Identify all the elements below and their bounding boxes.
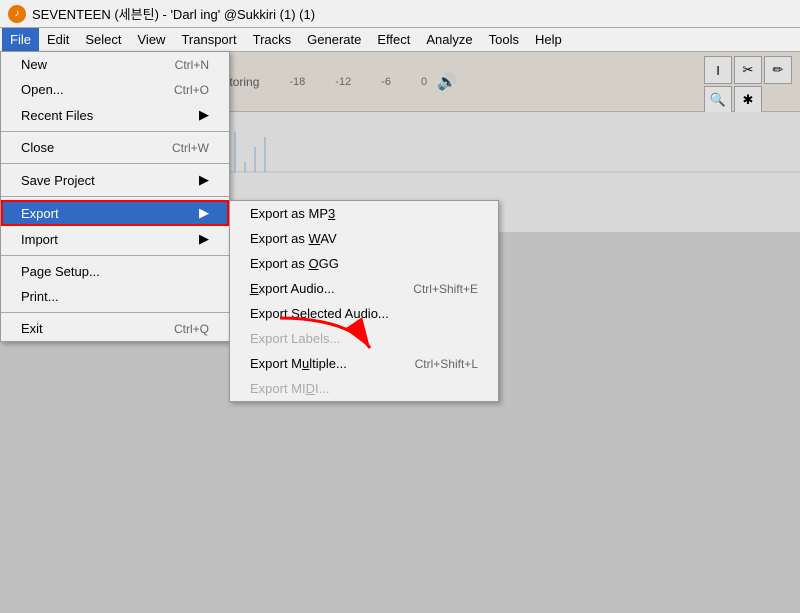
- menu-item-exit[interactable]: Exit Ctrl+Q: [1, 316, 229, 341]
- menu-item-print[interactable]: Print...: [1, 284, 229, 309]
- menu-effect[interactable]: Effect: [369, 28, 418, 51]
- export-submenu: Export as MP3 Export as WAV Export as OG…: [229, 200, 499, 402]
- import-label: Import: [21, 232, 58, 247]
- menu-item-import[interactable]: Import ▶: [1, 226, 229, 252]
- ruler-label-0: 0: [421, 76, 427, 88]
- menu-item-save-project[interactable]: Save Project ▶: [1, 167, 229, 193]
- print-label: Print...: [21, 289, 59, 304]
- menu-item-export[interactable]: Export ▶: [1, 200, 229, 226]
- exit-shortcut: Ctrl+Q: [174, 322, 209, 336]
- menu-item-open[interactable]: Open... Ctrl+O: [1, 77, 229, 102]
- menu-item-close[interactable]: Close Ctrl+W: [1, 135, 229, 160]
- separator-4: [1, 255, 229, 256]
- separator-1: [1, 131, 229, 132]
- menu-view[interactable]: View: [130, 28, 174, 51]
- menu-item-page-setup[interactable]: Page Setup...: [1, 259, 229, 284]
- open-shortcut: Ctrl+O: [174, 83, 209, 97]
- export-arrow: ▶: [199, 205, 209, 221]
- export-labels: Export Labels...: [230, 326, 498, 351]
- menu-transport[interactable]: Transport: [173, 28, 244, 51]
- export-audio-shortcut: Ctrl+Shift+E: [413, 282, 478, 296]
- export-midi-label: Export MIDI...: [250, 381, 329, 396]
- ruler-label-18: -18: [289, 76, 305, 88]
- menu-help[interactable]: Help: [527, 28, 570, 51]
- export-labels-label: Export Labels...: [250, 331, 340, 346]
- export-midi: Export MIDI...: [230, 376, 498, 401]
- multi-tool-icon[interactable]: ✂: [734, 56, 762, 84]
- file-menu-dropdown: New Ctrl+N Open... Ctrl+O Recent Files ▶…: [0, 51, 230, 342]
- ruler-label-12: -12: [335, 76, 351, 88]
- menu-analyze[interactable]: Analyze: [418, 28, 480, 51]
- text-tool-icon[interactable]: I: [704, 56, 732, 84]
- title-bar-text: SEVENTEEN (세븐틴) - 'Darl ing' @Sukkiri (1…: [32, 4, 315, 23]
- menu-item-new[interactable]: New Ctrl+N: [1, 52, 229, 77]
- export-multiple-label: Export Multiple...: [250, 356, 347, 371]
- page-setup-label: Page Setup...: [21, 264, 100, 279]
- export-wav[interactable]: Export as WAV: [230, 226, 498, 251]
- recent-label: Recent Files: [21, 108, 93, 123]
- export-mp3-label: Export as MP3: [250, 206, 335, 221]
- menu-file[interactable]: File: [2, 28, 39, 51]
- save-project-label: Save Project: [21, 173, 95, 188]
- right-toolbar: I ✂ ✏ 🔍 ✱: [704, 56, 792, 114]
- exit-label: Exit: [21, 321, 43, 336]
- menu-tools[interactable]: Tools: [481, 28, 527, 51]
- export-multiple-shortcut: Ctrl+Shift+L: [415, 357, 478, 371]
- menu-generate[interactable]: Generate: [299, 28, 369, 51]
- save-project-arrow: ▶: [199, 172, 209, 188]
- export-ogg[interactable]: Export as OGG: [230, 251, 498, 276]
- open-label: Open...: [21, 82, 64, 97]
- menu-edit[interactable]: Edit: [39, 28, 77, 51]
- export-audio[interactable]: Export Audio... Ctrl+Shift+E: [230, 276, 498, 301]
- export-mp3[interactable]: Export as MP3: [230, 201, 498, 226]
- export-selected-label: Export Selected Audio...: [250, 306, 389, 321]
- volume-icon[interactable]: 🔊: [437, 72, 457, 92]
- menu-tracks[interactable]: Tracks: [245, 28, 300, 51]
- export-multiple[interactable]: Export Multiple... Ctrl+Shift+L: [230, 351, 498, 376]
- title-bar: ♪ SEVENTEEN (세븐틴) - 'Darl ing' @Sukkiri …: [0, 0, 800, 28]
- export-audio-label: Export Audio...: [250, 281, 335, 296]
- export-label: Export: [21, 206, 59, 221]
- draw-tool-icon[interactable]: ✏: [764, 56, 792, 84]
- separator-3: [1, 196, 229, 197]
- new-shortcut: Ctrl+N: [175, 58, 209, 72]
- export-wav-label: Export as WAV: [250, 231, 337, 246]
- recent-arrow: ▶: [199, 107, 209, 123]
- app-icon: ♪: [8, 5, 26, 23]
- menu-select[interactable]: Select: [77, 28, 129, 51]
- import-arrow: ▶: [199, 231, 209, 247]
- separator-2: [1, 163, 229, 164]
- ruler-label-6: -6: [381, 76, 391, 88]
- star-tool-icon[interactable]: ✱: [734, 86, 762, 114]
- close-label: Close: [21, 140, 54, 155]
- close-shortcut: Ctrl+W: [172, 141, 209, 155]
- menu-item-recent[interactable]: Recent Files ▶: [1, 102, 229, 128]
- export-ogg-label: Export as OGG: [250, 256, 339, 271]
- export-selected-audio[interactable]: Export Selected Audio...: [230, 301, 498, 326]
- new-label: New: [21, 57, 47, 72]
- menu-bar: File Edit Select View Transport Tracks G…: [0, 28, 800, 52]
- separator-5: [1, 312, 229, 313]
- zoom-tool-icon[interactable]: 🔍: [704, 86, 732, 114]
